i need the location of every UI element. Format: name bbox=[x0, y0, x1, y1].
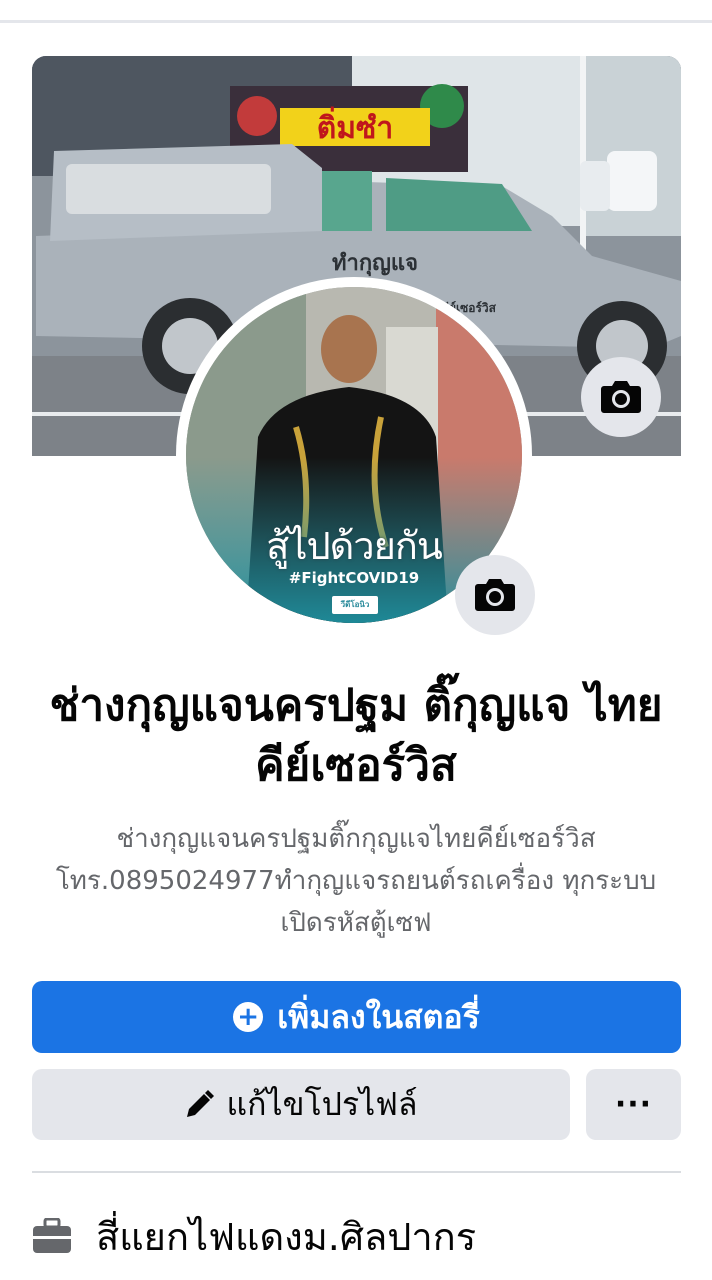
pencil-icon bbox=[187, 1089, 215, 1117]
edit-profile-button[interactable]: แก้ไขโปรไฟล์ bbox=[32, 1069, 570, 1140]
avatar-camera-button[interactable] bbox=[455, 555, 535, 635]
camera-icon bbox=[601, 381, 641, 413]
top-divider bbox=[0, 20, 712, 23]
cover-truck-door-text: ทำกุญแจ bbox=[332, 251, 418, 277]
camera-icon bbox=[475, 579, 515, 611]
location-info-row: สี่แยกไฟแดงม.ศิลปากร bbox=[32, 1206, 681, 1266]
edit-profile-label: แก้ไขโปรไฟล์ bbox=[226, 1085, 418, 1123]
more-options-icon: ··· bbox=[614, 1087, 653, 1122]
cover-camera-button[interactable] bbox=[581, 357, 661, 437]
briefcase-icon bbox=[33, 1218, 71, 1253]
location-text: สี่แยกไฟแดงม.ศิลปากร bbox=[96, 1214, 477, 1259]
frame-logo: วีดีโอนิว bbox=[332, 596, 378, 614]
more-options-button[interactable]: ··· bbox=[586, 1069, 681, 1140]
add-to-story-button[interactable]: + เพิ่มลงในสตอรี่ bbox=[32, 981, 681, 1053]
plus-circle-icon: + bbox=[233, 1002, 264, 1032]
add-to-story-label: เพิ่มลงในสตอรี่ bbox=[277, 997, 480, 1036]
profile-name: ช่างกุญแจนครปฐม ติ๊กุญแจ ไทยคีย์เซอร์วิส bbox=[49, 680, 663, 791]
profile-bio: ช่างกุญแจนครปฐมติ๊กกุญแจไทยคีย์เซอร์วิส … bbox=[55, 824, 657, 938]
cover-banner-text: ติ่มซำ bbox=[317, 106, 393, 146]
section-divider bbox=[32, 1171, 681, 1173]
